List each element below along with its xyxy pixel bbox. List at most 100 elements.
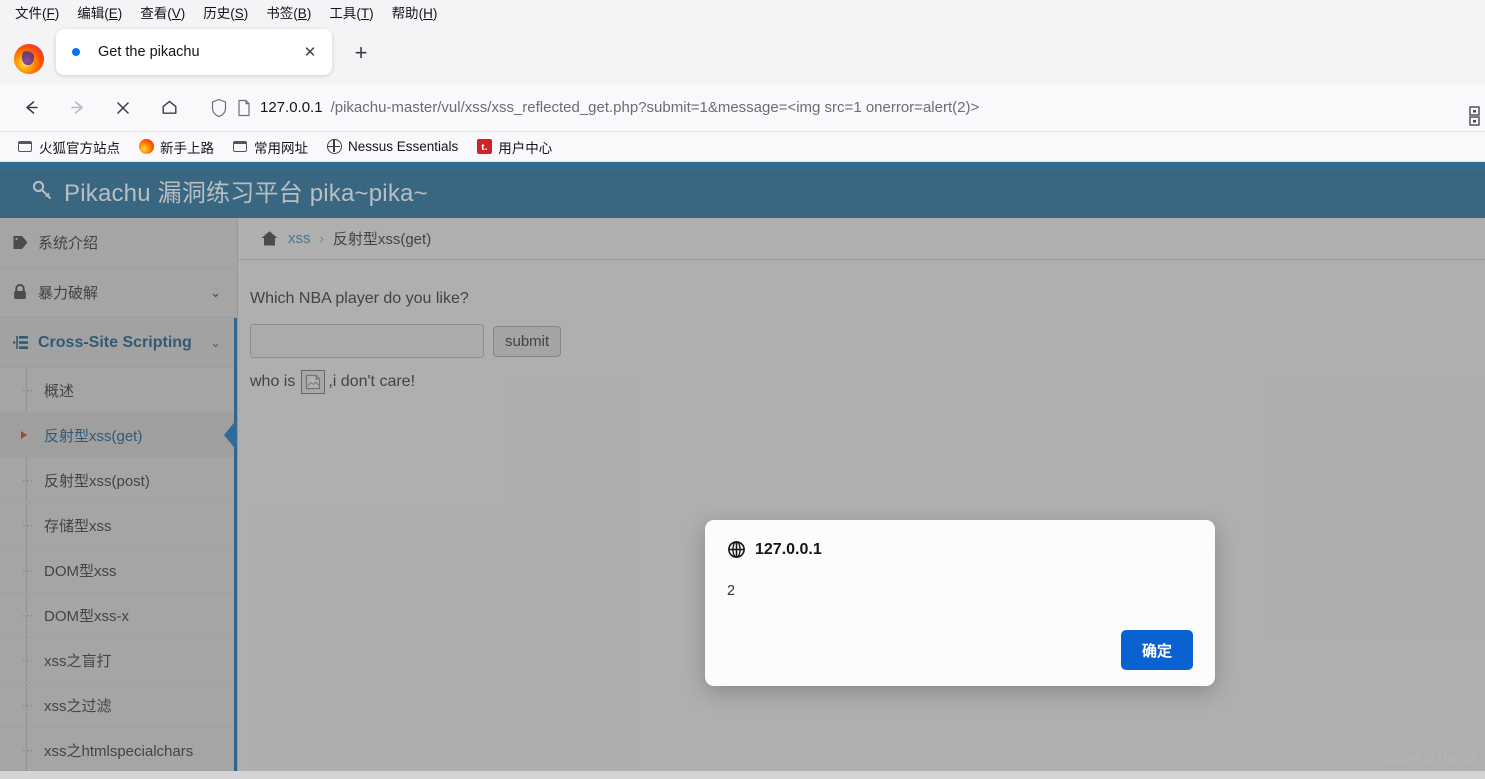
sidebar-subitem-reflected-post[interactable]: ⋯ 反射型xss(post) — [0, 458, 237, 503]
home-icon — [162, 100, 176, 114]
menu-item-edit-label: 编辑 — [77, 6, 105, 21]
browser-tab[interactable]: Get the pikachu ✕ — [56, 29, 332, 75]
bookmark-huohu[interactable]: 火狐官方站点 — [10, 134, 127, 160]
sidebar-submenu: ⋯ 概述 ⋯ 反射型xss(get) ⋯ 反射型xss(post) ⋯ 存 — [0, 368, 237, 771]
menu-item-tools[interactable]: 工具(T) — [320, 0, 382, 24]
sidebar-subitem-dom-x-label: DOM型xss-x — [44, 607, 129, 625]
sidebar-item-xss-label: Cross-Site Scripting — [38, 333, 192, 351]
bookmarks-bar: 火狐官方站点 新手上路 常用网址 Nessus Essentials t. 用户… — [0, 132, 1485, 162]
folder-icon — [17, 139, 33, 155]
menu-item-view-label: 查看 — [140, 6, 168, 21]
bookmark-nessus[interactable]: Nessus Essentials — [319, 136, 465, 158]
breadcrumb-root[interactable]: xss — [288, 230, 311, 247]
message-input[interactable] — [250, 324, 484, 358]
alert-ok-button[interactable]: 确定 — [1121, 630, 1193, 670]
xss-icon — [12, 334, 30, 351]
new-tab-button[interactable]: + — [344, 36, 378, 70]
sidebar: 系统介绍 暴力破解 ⌄ Cross-Site Scripting ⌄ ⋯ 概述 … — [0, 218, 238, 771]
key-icon — [30, 178, 54, 202]
sidebar-subitem-reflected-get[interactable]: ⋯ 反射型xss(get) — [0, 413, 237, 458]
sidebar-item-xss[interactable]: Cross-Site Scripting ⌄ — [0, 318, 237, 368]
forward-button[interactable] — [59, 92, 95, 124]
form-question: Which NBA player do you like? — [250, 290, 469, 307]
answer-text: who is ,i don't care! — [250, 370, 1485, 394]
sidebar-subitem-htmlspecialchars-label: xss之htmlspecialchars — [44, 742, 194, 760]
sidebar-subitem-htmlspecialchars[interactable]: ⋯ xss之htmlspecialchars — [0, 728, 237, 771]
submit-button[interactable]: submit — [493, 325, 562, 357]
menu-item-history[interactable]: 历史(S) — [194, 0, 257, 24]
shield-icon — [211, 98, 227, 117]
menu-item-tools-label: 工具 — [329, 6, 357, 21]
tree-dash-icon: ⋯ — [22, 474, 33, 487]
globe-icon — [728, 541, 745, 558]
sidebar-subitem-overview[interactable]: ⋯ 概述 — [0, 368, 237, 413]
sidebar-subitem-stored[interactable]: ⋯ 存储型xss — [0, 503, 237, 548]
sidebar-subitem-reflected-post-label: 反射型xss(post) — [44, 472, 150, 490]
sidebar-subitem-dom-x[interactable]: ⋯ DOM型xss-x — [0, 593, 237, 638]
menu-item-file[interactable]: 文件(F) — [6, 0, 68, 24]
tree-dash-icon: ⋯ — [22, 744, 33, 757]
menu-item-history-accel: S — [234, 6, 244, 21]
url-bar[interactable]: 127.0.0.1/pikachu-master/vul/xss/xss_ref… — [202, 91, 1463, 125]
menu-item-edit-accel: E — [108, 6, 118, 21]
arrow-right-icon — [70, 101, 83, 114]
sidebar-item-system-intro[interactable]: 系统介绍 — [0, 218, 237, 268]
sidebar-subitem-stored-label: 存储型xss — [44, 517, 112, 535]
form-row: submit — [250, 324, 1485, 358]
menu-item-tools-accel: T — [360, 6, 370, 21]
menu-item-bookmarks-accel: B — [297, 6, 307, 21]
folder-icon — [232, 139, 248, 155]
tab-close-icon[interactable]: ✕ — [300, 42, 320, 62]
tag-icon — [12, 234, 30, 251]
firefox-icon — [138, 139, 154, 155]
triangle-bullet-icon — [21, 431, 27, 439]
bookmark-getting-started-label: 新手上路 — [160, 140, 214, 156]
alert-dialog-title: 127.0.0.1 — [755, 540, 822, 558]
tab-favicon-icon — [72, 48, 80, 56]
menu-item-file-accel: F — [46, 6, 55, 21]
sidebar-subitem-reflected-get-label: 反射型xss(get) — [44, 427, 143, 445]
home-button[interactable] — [151, 92, 187, 124]
site-body: 系统介绍 暴力破解 ⌄ Cross-Site Scripting ⌄ ⋯ 概述 … — [0, 218, 1485, 771]
main-content: xss › 反射型xss(get) Which NBA player do yo… — [238, 218, 1485, 771]
menu-item-help-label: 帮助 — [391, 6, 419, 21]
sidebar-item-brute-force-label: 暴力破解 — [38, 285, 99, 302]
stop-button[interactable] — [105, 92, 141, 124]
bookmark-user-center-label: 用户中心 — [498, 140, 553, 156]
site-header: Pikachu 漏洞练习平台 pika~pika~ — [0, 162, 1485, 218]
url-path: /pikachu-master/vul/xss/xss_reflected_ge… — [330, 99, 980, 116]
bookmark-common-sites-label: 常用网址 — [254, 140, 308, 156]
sidebar-subitem-filter[interactable]: ⋯ xss之过滤 — [0, 683, 237, 728]
bookmark-getting-started[interactable]: 新手上路 — [131, 134, 221, 160]
menu-item-history-label: 历史 — [203, 6, 231, 21]
menu-item-view[interactable]: 查看(V) — [131, 0, 194, 24]
sidebar-item-brute-force[interactable]: 暴力破解 ⌄ — [0, 268, 237, 318]
alert-dialog-header: 127.0.0.1 — [727, 540, 1193, 559]
reader-mode-icon[interactable] — [1463, 98, 1485, 134]
tree-dash-icon: ⋯ — [22, 699, 33, 712]
close-icon — [117, 101, 129, 114]
menu-item-help-accel: H — [423, 6, 433, 21]
sidebar-subitem-blind-label: xss之盲打 — [44, 652, 112, 670]
sidebar-subitem-overview-label: 概述 — [44, 382, 75, 400]
navigation-toolbar: 127.0.0.1/pikachu-master/vul/xss/xss_ref… — [0, 84, 1485, 132]
bookmark-common-sites[interactable]: 常用网址 — [225, 134, 315, 160]
sidebar-subitem-dom[interactable]: ⋯ DOM型xss — [0, 548, 237, 593]
menu-item-view-accel: V — [171, 6, 181, 21]
menu-item-help[interactable]: 帮助(H) — [383, 0, 447, 24]
site-brand-title: Pikachu 漏洞练习平台 pika~pika~ — [64, 179, 428, 207]
broken-image-icon — [301, 370, 326, 394]
browser-window: 文件(F) 编辑(E) 查看(V) 历史(S) 书签(B) 工具(T) 帮助(H… — [0, 0, 1485, 779]
sidebar-subitem-blind[interactable]: ⋯ xss之盲打 — [0, 638, 237, 683]
tencent-icon: t. — [476, 139, 492, 155]
menu-item-bookmarks-label: 书签 — [266, 6, 294, 21]
back-button[interactable] — [13, 92, 49, 124]
answer-suffix: ,i don't care! — [328, 373, 416, 390]
firefox-logo-icon — [14, 44, 44, 74]
menu-item-bookmarks[interactable]: 书签(B) — [257, 0, 320, 24]
bookmark-user-center[interactable]: t. 用户中心 — [469, 134, 559, 160]
home-icon[interactable] — [260, 229, 279, 248]
globe-icon — [326, 139, 342, 155]
tree-dash-icon: ⋯ — [22, 564, 33, 577]
menu-item-edit[interactable]: 编辑(E) — [68, 0, 131, 24]
